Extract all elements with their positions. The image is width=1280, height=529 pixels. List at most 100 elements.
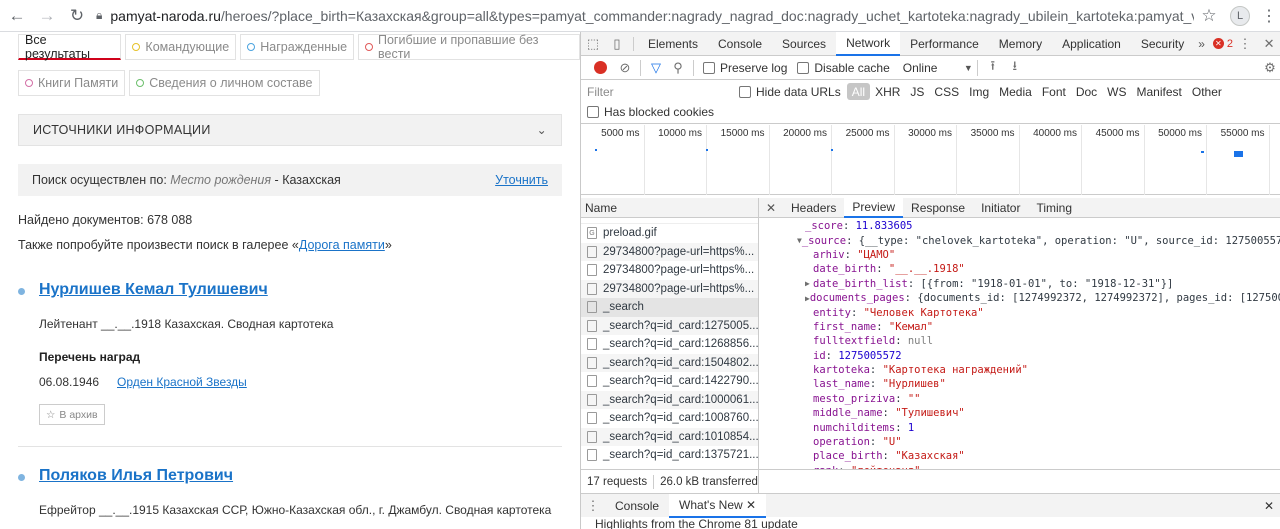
type-filter-ws[interactable]: WS — [1102, 83, 1131, 100]
search-field: Место рождения — [170, 173, 272, 187]
kebab-menu-icon[interactable]: ⋮ — [1258, 6, 1280, 26]
network-settings-gear-icon[interactable]: ⚙ — [1259, 60, 1280, 76]
request-row[interactable]: _search?q=id_card:1375721... — [581, 446, 758, 465]
blocked-cookies-checkbox[interactable]: Has blocked cookies — [587, 105, 714, 119]
request-row[interactable]: _search?q=id_card:1268856... — [581, 335, 758, 354]
preview-line[interactable]: ▶ date_birth_list: [{from: "1918-01-01", … — [759, 277, 1280, 291]
network-overview-timeline[interactable]: 5000 ms 10000 ms 15000 ms 20000 ms 25000 ms 3… — [581, 125, 1280, 195]
detail-tab-preview[interactable]: Preview — [844, 197, 904, 218]
type-filter-other[interactable]: Other — [1187, 83, 1227, 100]
request-row[interactable]: _search?q=id_card:1275005... — [581, 316, 758, 335]
refine-link[interactable]: Уточнить — [495, 173, 548, 187]
sources-accordion[interactable]: ИСТОЧНИКИ ИНФОРМАЦИИ ⌄ — [18, 114, 562, 146]
settings-kebab-icon[interactable]: ⋮ — [1233, 36, 1257, 52]
type-filter-manifest[interactable]: Manifest — [1132, 83, 1187, 100]
type-filter-js[interactable]: JS — [905, 83, 929, 100]
preserve-log-checkbox[interactable]: Preserve log — [703, 61, 787, 75]
filter-tab[interactable]: Все результаты — [18, 33, 122, 61]
type-filter-img[interactable]: Img — [964, 83, 994, 100]
devtools-tab-network[interactable]: Network — [836, 31, 901, 56]
award-link[interactable]: Орден Красной Звезды — [117, 375, 247, 389]
result-name-link[interactable]: Поляков Илья Петрович — [39, 467, 233, 485]
close-devtools-icon[interactable]: ✕ — [1257, 36, 1280, 52]
timeline-tick-label: 5000 ms — [601, 128, 640, 139]
preview-line[interactable]: ▶ documents_pages: {documents_id: [127499… — [759, 291, 1280, 305]
preview-line: place_birth: "Казахская" — [759, 449, 1280, 463]
request-row[interactable]: _search?q=id_card:1504802... — [581, 353, 758, 372]
search-prefix: Поиск осуществлен по: — [32, 173, 167, 187]
preview-line[interactable]: ▼ _source: {__type: "chelovek_kartoteka",… — [759, 233, 1280, 247]
error-badge[interactable]: ✕ 2 — [1212, 38, 1233, 50]
document-file-icon — [587, 319, 597, 332]
devtools-tab-memory[interactable]: Memory — [989, 32, 1052, 56]
type-filter-font[interactable]: Font — [1037, 83, 1071, 100]
type-filter-all[interactable]: All — [846, 83, 871, 100]
more-tabs-button[interactable]: » — [1198, 37, 1205, 51]
archive-button[interactable]: ☆ В архив — [39, 404, 105, 425]
hide-data-urls-label: Hide data URLs — [756, 84, 841, 99]
devtools-tabbar: ⬚ ▯ Elements Console Sources Network Perform… — [581, 31, 1280, 56]
type-filter-css[interactable]: CSS — [929, 83, 964, 100]
request-rows: Gpreload.gif 29734800?page-url=https%... 2… — [581, 224, 758, 465]
filter-input[interactable]: Filter — [585, 83, 731, 101]
timeline-tick-label: 30000 ms — [908, 128, 952, 139]
devtools-tab-elements[interactable]: Elements — [638, 32, 708, 56]
filter-tab[interactable]: Сведения о личном составе — [129, 70, 320, 96]
close-detail-icon[interactable]: ✕ — [759, 201, 783, 215]
detail-tab-timing[interactable]: Timing — [1028, 198, 1080, 218]
disable-cache-checkbox[interactable]: Disable cache — [797, 60, 890, 75]
filter-tab[interactable]: Командующие — [125, 34, 237, 60]
request-row[interactable]: 29734800?page-url=https%... — [581, 261, 758, 280]
devtools-tab-console[interactable]: Console — [708, 32, 772, 56]
request-row[interactable]: _search — [581, 298, 758, 317]
request-row[interactable]: 29734800?page-url=https%... — [581, 242, 758, 261]
drawer-tab[interactable]: What's New ✕ — [669, 493, 767, 518]
drawer-menu-icon[interactable]: ⋮ — [581, 498, 605, 514]
devtools-tab-security[interactable]: Security — [1131, 32, 1194, 56]
collapsed-triangle-icon[interactable]: ▶ — [805, 279, 813, 288]
name-column-header[interactable]: Name — [581, 198, 758, 218]
forward-arrow-icon[interactable]: → — [34, 3, 60, 29]
result-name-link[interactable]: Нурлишев Кемал Тулишевич — [39, 281, 268, 299]
disable-cache-label: Disable cache — [814, 60, 890, 75]
request-row[interactable]: _search?q=id_card:1422790... — [581, 372, 758, 391]
close-tab-icon[interactable]: ✕ — [743, 498, 756, 512]
gallery-link[interactable]: Дорога памяти — [299, 238, 385, 252]
filter-tab[interactable]: Книги Памяти — [18, 70, 126, 96]
drawer-tab[interactable]: Console — [605, 494, 669, 518]
type-filter-media[interactable]: Media — [994, 83, 1037, 100]
devtools-tab-performance[interactable]: Performance — [900, 32, 989, 56]
filter-tab[interactable]: Награжденные — [240, 34, 355, 60]
request-row[interactable]: _search?q=id_card:1010854... — [581, 427, 758, 446]
request-row[interactable]: _search?q=id_card:1000061... — [581, 390, 758, 409]
detail-tab-response[interactable]: Response — [903, 198, 973, 218]
devtools-tab-sources[interactable]: Sources — [772, 32, 836, 56]
filter-tab[interactable]: Погибшие и пропавшие без вести — [358, 33, 580, 61]
devtools-tab-application[interactable]: Application — [1052, 32, 1131, 56]
request-row[interactable]: 29734800?page-url=https%... — [581, 279, 758, 298]
profile-avatar[interactable]: L — [1230, 5, 1250, 26]
import-har-icon[interactable]: ⭱ — [982, 57, 1004, 79]
record-icon[interactable] — [594, 61, 607, 74]
throttling-select[interactable]: Online ▼ — [903, 61, 973, 75]
document-file-icon — [587, 356, 597, 369]
filter-funnel-icon[interactable]: ▽ — [645, 60, 667, 76]
request-row[interactable]: Gpreload.gif — [581, 224, 758, 243]
clear-icon[interactable]: ⊘ — [614, 60, 636, 76]
detail-tab-initiator[interactable]: Initiator — [973, 198, 1028, 218]
address-bar[interactable]: 🔒︎ pamyat-naroda.ru/heroes/?place_birth=… — [96, 2, 1194, 30]
type-filter-doc[interactable]: Doc — [1071, 83, 1102, 100]
type-filter-xhr[interactable]: XHR — [870, 83, 905, 100]
reload-icon[interactable]: ↻ — [64, 3, 90, 29]
hide-data-urls-checkbox[interactable]: Hide data URLs — [739, 85, 841, 99]
inspect-element-icon[interactable]: ⬚ — [581, 36, 605, 52]
bookmark-star-icon[interactable]: ☆ — [1194, 6, 1224, 26]
preview-colon: : — [895, 392, 908, 405]
search-icon[interactable]: ⚲ — [667, 60, 689, 76]
close-drawer-icon[interactable]: ✕ — [1257, 499, 1280, 513]
device-toggle-icon[interactable]: ▯ — [605, 36, 629, 52]
request-row[interactable]: _search?q=id_card:1008760... — [581, 409, 758, 428]
back-arrow-icon[interactable]: ← — [4, 3, 30, 29]
export-har-icon[interactable]: ⭳ — [1004, 57, 1026, 79]
detail-tab-headers[interactable]: Headers — [783, 198, 844, 218]
